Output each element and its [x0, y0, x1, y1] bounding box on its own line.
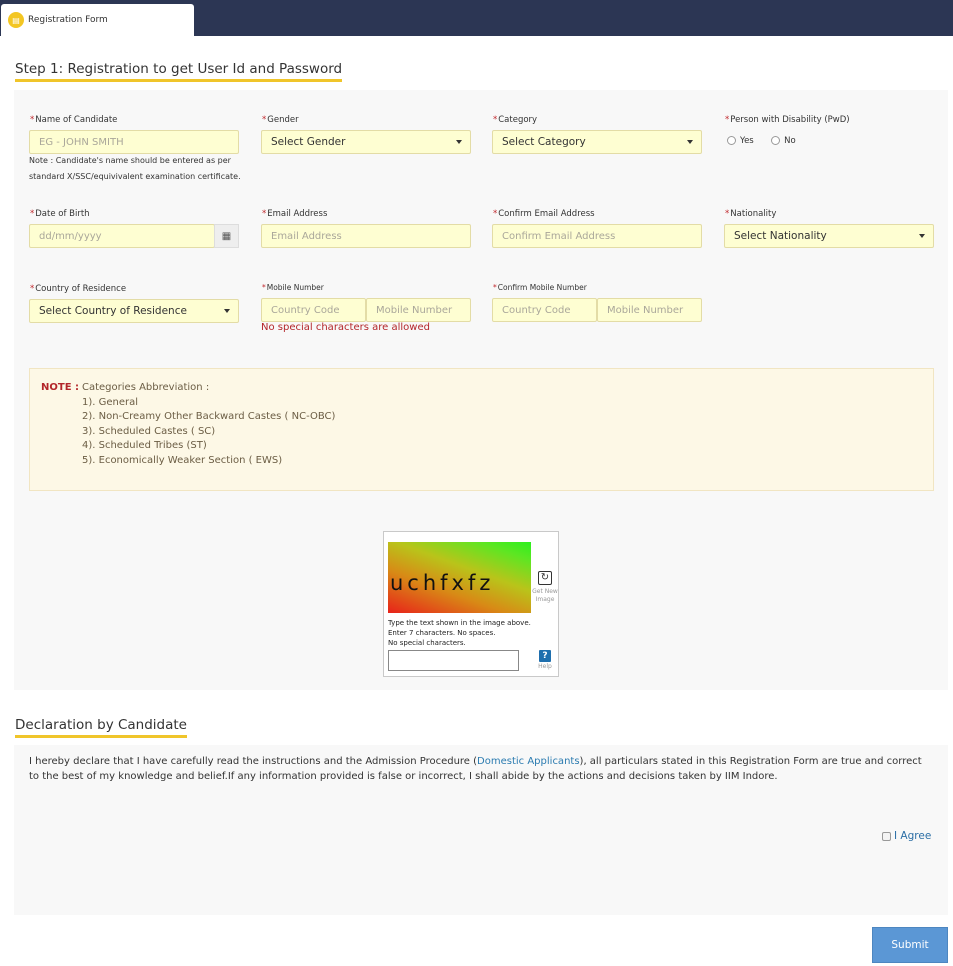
captcha-widget: uchfxfz ↻ Get New Image Type the text sh… [383, 531, 559, 677]
domestic-applicants-link[interactable]: Domestic Applicants [477, 756, 580, 767]
list-item: 5). Economically Weaker Section ( EWS) [82, 454, 283, 466]
declaration-text: I hereby declare that I have carefully r… [29, 756, 922, 782]
chevron-down-icon [919, 234, 925, 238]
agree-checkbox[interactable] [882, 831, 891, 841]
mobile-label: *Mobile Number [262, 283, 324, 292]
country-select[interactable]: Select Country of Residence [29, 299, 239, 323]
get-new-image-label[interactable]: Get New Image [532, 588, 558, 604]
list-item: 1). General [82, 396, 139, 408]
note-label: NOTE : [41, 382, 80, 393]
mobile-country-code-input[interactable]: Country Code [261, 298, 366, 322]
chevron-down-icon [224, 309, 230, 313]
note-list: Categories Abbreviation : 1). General 2)… [82, 381, 335, 468]
mobile-number-input[interactable]: Mobile Number [366, 298, 471, 322]
name-input[interactable]: EG - JOHN SMITH [29, 130, 239, 154]
dob-input[interactable]: dd/mm/yyyy [29, 224, 215, 248]
email-input[interactable]: Email Address [261, 224, 471, 248]
list-item: 4). Scheduled Tribes (ST) [82, 440, 207, 451]
confirm-mobile-number-input[interactable]: Mobile Number [597, 298, 702, 322]
mobile-error: No special characters are allowed [261, 322, 430, 333]
pwd-label: *Person with Disability (PwD) [725, 115, 850, 125]
country-label: *Country of Residence [30, 284, 127, 294]
gender-select[interactable]: Select Gender [261, 130, 471, 154]
list-item: 3). Scheduled Castes ( SC) [82, 425, 216, 437]
name-label: *Name of Candidate [30, 115, 118, 125]
pwd-yes-radio[interactable] [727, 136, 736, 145]
captcha-instructions: Type the text shown in the image above. … [388, 619, 531, 647]
gender-label: *Gender [262, 115, 299, 125]
help-icon[interactable]: ? [539, 650, 551, 662]
nationality-label: *Nationality [725, 209, 777, 219]
pwd-options: Yes No [727, 136, 796, 146]
chevron-down-icon [456, 140, 462, 144]
tab-registration-form[interactable]: ▤ Registration Form [1, 4, 194, 36]
confirm-email-input[interactable]: Confirm Email Address [492, 224, 702, 248]
category-label: *Category [493, 115, 538, 125]
email-label: *Email Address [262, 209, 328, 219]
calendar-icon[interactable]: ▦ [214, 224, 239, 248]
confirm-mobile-label: *Confirm Mobile Number [493, 283, 587, 292]
pwd-no-radio[interactable] [771, 136, 781, 145]
agree-checkbox-group: I Agree [882, 830, 931, 842]
tab-label: Registration Form [28, 15, 108, 25]
name-note: Note : Candidate's name should be entere… [29, 156, 241, 181]
refresh-icon[interactable]: ↻ [538, 571, 552, 585]
list-item: 2). Non-Creamy Other Backward Castes ( N… [82, 411, 336, 422]
nationality-select[interactable]: Select Nationality [724, 224, 934, 248]
agree-label[interactable]: I Agree [894, 830, 931, 842]
categories-note: NOTE : Categories Abbreviation : 1). Gen… [29, 368, 934, 491]
declaration-heading: Declaration by Candidate [15, 717, 187, 738]
category-select[interactable]: Select Category [492, 130, 702, 154]
step1-heading: Step 1: Registration to get User Id and … [15, 61, 343, 82]
confirm-mobile-country-code-input[interactable]: Country Code [492, 298, 597, 322]
submit-button[interactable]: Submit [872, 927, 948, 963]
captcha-image: uchfxfz [388, 542, 531, 613]
captcha-input[interactable] [388, 650, 519, 671]
confirm-email-label: *Confirm Email Address [493, 209, 595, 219]
help-label[interactable]: Help [532, 663, 558, 671]
chevron-down-icon [687, 140, 693, 144]
dob-label: *Date of Birth [30, 209, 90, 219]
form-logo-icon: ▤ [8, 12, 24, 28]
